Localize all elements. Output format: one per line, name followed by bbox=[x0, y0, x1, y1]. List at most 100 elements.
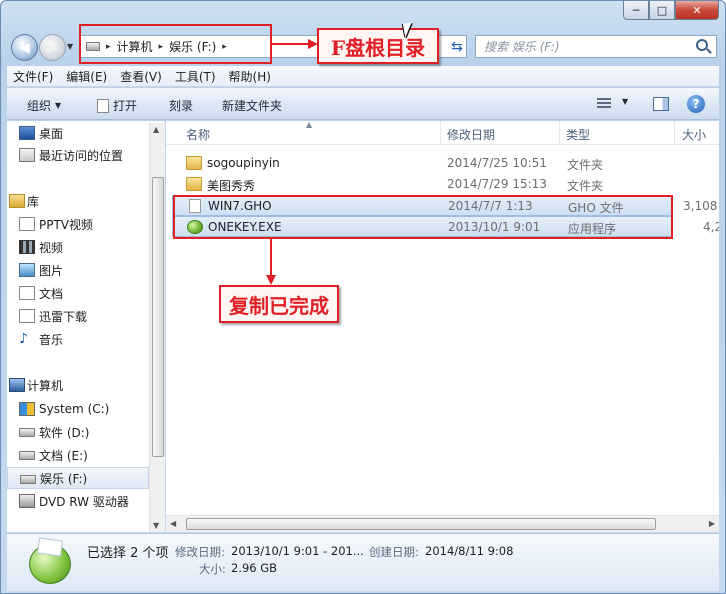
annotation-arrow-line bbox=[270, 239, 272, 277]
nav-item-videos[interactable]: 视频 bbox=[7, 236, 149, 258]
scroll-down-icon[interactable]: ▼ bbox=[153, 521, 159, 530]
details-pane: 已选择 2 个项 修改日期: 2013/10/1 9:01 - 201... 创… bbox=[7, 533, 719, 591]
search-icon[interactable] bbox=[696, 39, 708, 51]
size-label: 大小: bbox=[199, 562, 226, 576]
nav-item-libraries[interactable]: 库 bbox=[7, 190, 149, 212]
new-folder-label: 新建文件夹 bbox=[222, 99, 283, 113]
menu-file[interactable]: 文件(F) bbox=[7, 68, 59, 85]
scroll-up-icon[interactable]: ▲ bbox=[153, 125, 159, 134]
refresh-button[interactable]: ⇆ bbox=[445, 36, 469, 57]
view-dropdown-button[interactable]: ▼ bbox=[622, 97, 628, 106]
menu-edit[interactable]: 编辑(E) bbox=[60, 68, 113, 85]
column-date[interactable]: 修改日期 bbox=[447, 126, 495, 143]
nav-item-label: 视频 bbox=[39, 240, 64, 255]
music-icon: ♪ bbox=[19, 331, 28, 347]
nav-item-drive-f[interactable]: 娱乐 (F:) bbox=[7, 467, 149, 489]
nav-item-pictures[interactable]: 图片 bbox=[7, 259, 149, 281]
maximize-button[interactable]: □ bbox=[649, 1, 675, 20]
organize-button[interactable]: 组织 ▼ bbox=[27, 97, 61, 114]
pptv-icon bbox=[19, 217, 35, 231]
close-button[interactable]: ✕ bbox=[675, 1, 719, 20]
scroll-thumb[interactable] bbox=[152, 177, 164, 457]
command-bar: 组织 ▼ 打开 刻录 新建文件夹 ▼ ? bbox=[7, 88, 719, 120]
nav-item-desktop[interactable]: 桌面 bbox=[7, 122, 149, 144]
navigation-pane: 桌面 最近访问的位置 库 PPTV视频 视频 图片 文档 迅雷下载 ♪ 音乐 计… bbox=[7, 121, 165, 532]
nav-item-label: 库 bbox=[27, 194, 40, 209]
mouse-cursor-icon bbox=[402, 22, 415, 38]
nav-item-dvd[interactable]: DVD RW 驱动器 bbox=[7, 490, 149, 512]
nav-item-documents[interactable]: 文档 bbox=[7, 282, 149, 304]
recent-pages-dropdown[interactable]: ▼ bbox=[67, 42, 73, 51]
column-size[interactable]: 大小 bbox=[682, 126, 706, 143]
nav-item-recent-places[interactable]: 最近访问的位置 bbox=[7, 144, 149, 166]
search-placeholder: 搜索 娱乐 (F:) bbox=[484, 40, 560, 54]
open-button[interactable]: 打开 bbox=[97, 97, 137, 114]
burn-label: 刻录 bbox=[169, 99, 194, 113]
nav-item-label: 娱乐 (F:) bbox=[40, 471, 88, 486]
column-divider[interactable] bbox=[440, 121, 441, 145]
folder-icon bbox=[186, 156, 202, 170]
chevron-down-icon: ▼ bbox=[622, 97, 629, 106]
nav-item-label: 计算机 bbox=[27, 378, 64, 393]
view-options-icon[interactable] bbox=[597, 98, 611, 109]
file-name: 美图秀秀 bbox=[207, 179, 256, 193]
help-icon[interactable]: ? bbox=[687, 95, 705, 113]
video-icon bbox=[19, 240, 35, 254]
burn-button[interactable]: 刻录 bbox=[169, 97, 193, 114]
nav-item-drive-c[interactable]: System (C:) bbox=[7, 398, 149, 420]
organize-label: 组织 bbox=[27, 99, 52, 113]
back-button[interactable]: ◀ bbox=[11, 34, 38, 61]
file-date: 2014/7/25 10:51 bbox=[447, 156, 547, 170]
navigation-scrollbar[interactable]: ▲ ▼ bbox=[149, 123, 165, 532]
file-type: 文件夹 bbox=[567, 158, 604, 172]
column-type[interactable]: 类型 bbox=[566, 126, 590, 143]
minimize-button[interactable]: ─ bbox=[623, 1, 649, 20]
horizontal-scrollbar[interactable]: ◀ ▶ bbox=[166, 515, 719, 532]
drive-icon bbox=[20, 475, 36, 484]
address-highlight-box bbox=[79, 24, 272, 64]
menu-view[interactable]: 查看(V) bbox=[114, 68, 168, 85]
nav-item-pptv[interactable]: PPTV视频 bbox=[7, 213, 149, 235]
scroll-left-icon[interactable]: ◀ bbox=[170, 519, 176, 528]
document-icon bbox=[97, 98, 109, 113]
file-row-meitu[interactable]: 美图秀秀 2014/7/29 15:13 文件夹 bbox=[172, 174, 672, 195]
library-icon bbox=[9, 194, 25, 208]
forward-button[interactable]: ▶ bbox=[39, 34, 66, 61]
scroll-thumb[interactable] bbox=[186, 518, 656, 530]
nav-item-label: 最近访问的位置 bbox=[39, 148, 124, 163]
desktop-icon bbox=[19, 126, 35, 140]
annotation-arrow-line bbox=[272, 43, 312, 45]
modified-value: 2013/10/1 9:01 - 201... bbox=[231, 544, 364, 558]
annotation-root-label: F盘根目录 bbox=[317, 28, 439, 64]
scroll-right-icon[interactable]: ▶ bbox=[709, 519, 715, 528]
folder-icon bbox=[186, 177, 202, 191]
preview-pane-icon[interactable] bbox=[653, 97, 669, 111]
column-name[interactable]: 名称 bbox=[186, 126, 210, 143]
nav-item-xunlei[interactable]: 迅雷下载 bbox=[7, 305, 149, 327]
recent-places-icon bbox=[19, 148, 35, 162]
nav-item-drive-d[interactable]: 软件 (D:) bbox=[7, 421, 149, 443]
sort-ascending-icon: ▲ bbox=[306, 121, 313, 129]
nav-item-label: 软件 (D:) bbox=[39, 425, 90, 440]
new-folder-button[interactable]: 新建文件夹 bbox=[222, 97, 282, 114]
nav-item-drive-e[interactable]: 文档 (E:) bbox=[7, 444, 149, 466]
refresh-icon: ⇆ bbox=[451, 38, 463, 55]
created-label: 创建日期: bbox=[369, 545, 419, 559]
size-value: 2.96 GB bbox=[231, 561, 278, 575]
column-divider[interactable] bbox=[559, 121, 560, 145]
nav-item-music[interactable]: ♪ 音乐 bbox=[7, 328, 149, 350]
file-size: 3,108 bbox=[683, 199, 718, 213]
arrow-left-icon: ◀ bbox=[19, 39, 30, 56]
menu-bar: 文件(F) 编辑(E) 查看(V) 工具(T) 帮助(H) bbox=[7, 66, 719, 87]
nav-item-computer[interactable]: 计算机 bbox=[7, 374, 149, 396]
selection-thumbnail-icon bbox=[29, 544, 71, 584]
column-divider[interactable] bbox=[674, 121, 675, 145]
search-input[interactable]: 搜索 娱乐 (F:) bbox=[475, 35, 717, 58]
caption-buttons: ─ □ ✕ bbox=[623, 1, 719, 20]
file-row-sogoupinyin[interactable]: sogoupinyin 2014/7/25 10:51 文件夹 bbox=[172, 153, 672, 174]
file-name: sogoupinyin bbox=[207, 156, 280, 170]
nav-item-label: DVD RW 驱动器 bbox=[39, 494, 129, 509]
menu-help[interactable]: 帮助(H) bbox=[223, 68, 277, 85]
menu-tools[interactable]: 工具(T) bbox=[169, 68, 222, 85]
pictures-icon bbox=[19, 263, 35, 277]
